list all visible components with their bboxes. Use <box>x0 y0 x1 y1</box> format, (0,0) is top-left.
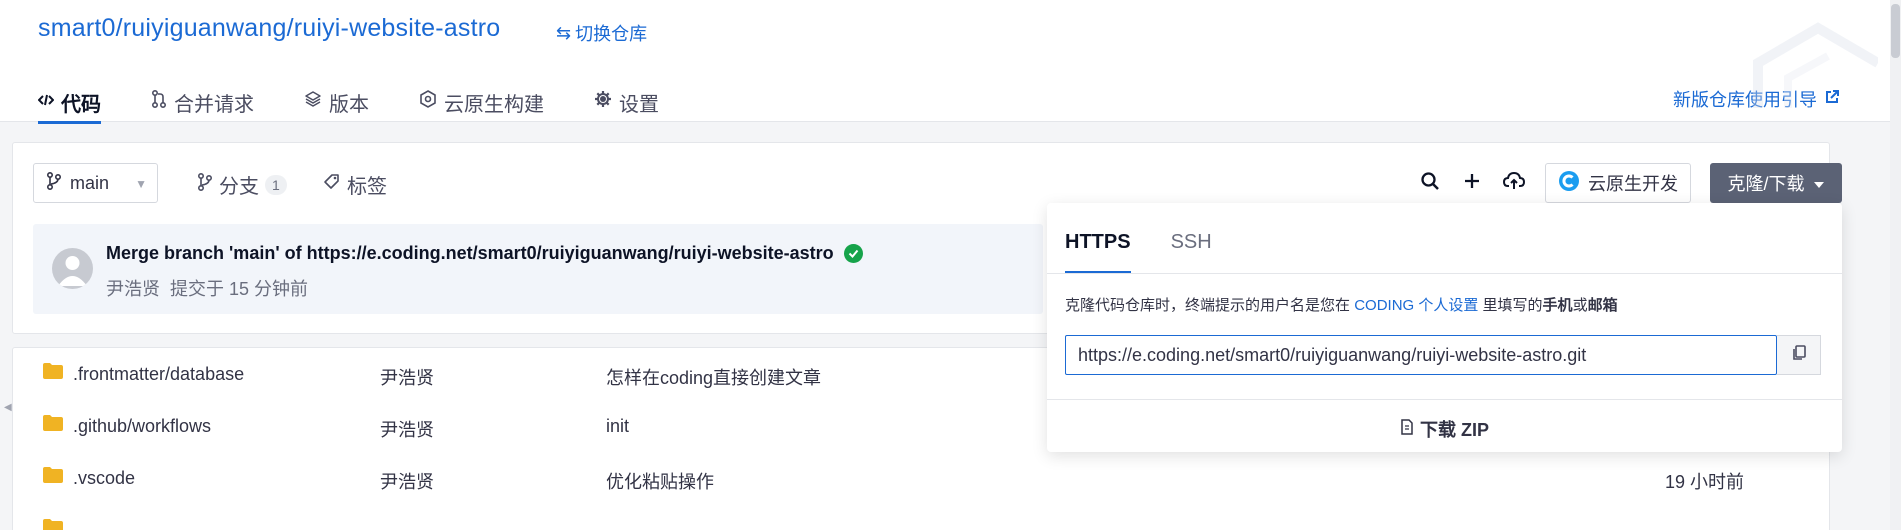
cloud-dev-label: 云原生开发 <box>1588 174 1678 194</box>
tab-versions-label: 版本 <box>329 93 369 116</box>
download-zip-button[interactable]: 下载 ZIP <box>1047 416 1842 442</box>
clone-popup: HTTPS SSH 克隆代码仓库时，终端提示的用户名是您在 CODING 个人设… <box>1047 203 1842 452</box>
tags-label: 标签 <box>347 176 387 198</box>
branch-icon <box>197 172 213 197</box>
gear-icon <box>594 90 612 114</box>
tag-icon <box>323 173 341 197</box>
table-row[interactable] <box>13 504 1831 530</box>
file-author: 尹浩贤 <box>380 472 434 492</box>
tab-settings[interactable]: 设置 <box>594 82 659 122</box>
file-commit-message[interactable]: 优化粘贴操作 <box>606 468 714 494</box>
copy-button[interactable] <box>1777 335 1821 375</box>
branches-link[interactable]: 分支 1 <box>197 170 287 199</box>
layers-icon <box>304 90 322 114</box>
avatar[interactable] <box>52 248 93 289</box>
branches-count-badge: 1 <box>265 174 287 195</box>
hint-text: 或 <box>1572 297 1588 314</box>
clone-hint: 克隆代码仓库时，终端提示的用户名是您在 CODING 个人设置 里填写的手机或邮… <box>1065 294 1618 315</box>
watermark-graphic <box>1753 22 1878 108</box>
tab-https[interactable]: HTTPS <box>1065 231 1131 273</box>
hint-text: 克隆代码仓库时，终端提示的用户名是您在 <box>1065 297 1351 314</box>
file-commit-message[interactable]: init <box>606 416 629 437</box>
divider <box>1047 399 1842 400</box>
branch-icon <box>46 171 62 195</box>
branches-label: 分支 <box>219 176 259 198</box>
commit-time: 提交于 15 分钟前 <box>170 279 309 299</box>
file-author: 尹浩贤 <box>380 420 434 440</box>
file-icon <box>1400 418 1414 440</box>
commit-message-text: Merge branch 'main' of https://e.coding.… <box>106 243 834 263</box>
search-icon[interactable] <box>1419 170 1441 192</box>
file-name[interactable]: .frontmatter/database <box>73 364 244 385</box>
clone-url-input[interactable] <box>1065 335 1777 375</box>
table-row[interactable]: .vscode 尹浩贤 优化粘贴操作 19 小时前 <box>13 452 1831 504</box>
collapse-sidebar-icon[interactable]: ◀ <box>4 402 12 413</box>
tab-merge-requests-label: 合并请求 <box>174 93 254 116</box>
tags-link[interactable]: 标签 <box>323 170 387 199</box>
branch-select-value: main <box>70 172 110 193</box>
chevron-down-icon: ▼ <box>135 177 147 191</box>
copy-icon <box>1792 344 1806 366</box>
check-circle-icon <box>843 244 863 263</box>
file-author: 尹浩贤 <box>380 368 434 388</box>
scrollbar[interactable] <box>1890 0 1901 530</box>
repo-tabs: 代码 合并请求 版本 云原生构建 设置 <box>37 82 709 124</box>
switch-repo-link[interactable]: ⇆ 切换仓库 <box>556 20 647 46</box>
download-zip-label: 下载 ZIP <box>1419 420 1489 440</box>
tab-code-label: 代码 <box>61 93 101 116</box>
hint-text: 里填写的 <box>1482 297 1543 314</box>
folder-icon <box>42 362 64 385</box>
caret-down-icon <box>1813 173 1825 194</box>
tab-ssh[interactable]: SSH <box>1171 231 1212 273</box>
commit-meta: 尹浩贤 提交于 15 分钟前 <box>106 275 308 301</box>
switch-repo-label: 切换仓库 <box>575 24 648 44</box>
repo-title[interactable]: smart0/ruiyiguanwang/ruiyi-website-astro <box>38 14 500 43</box>
cloud-dev-button[interactable]: 云原生开发 <box>1545 163 1691 203</box>
folder-icon <box>42 466 64 489</box>
scrollbar-thumb[interactable] <box>1891 4 1900 58</box>
branch-select[interactable]: main ▼ <box>33 163 158 203</box>
tab-versions[interactable]: 版本 <box>304 82 369 122</box>
commit-author: 尹浩贤 <box>106 279 160 299</box>
file-name[interactable]: .vscode <box>73 468 135 489</box>
tab-merge-requests[interactable]: 合并请求 <box>151 82 254 122</box>
tab-cloud-build-label: 云原生构建 <box>444 93 544 116</box>
code-icon <box>37 91 55 114</box>
folder-icon <box>42 518 64 530</box>
hint-phone: 手机 <box>1542 297 1573 314</box>
file-commit-message[interactable]: 怎样在coding直接创建文章 <box>606 364 821 390</box>
file-name[interactable]: .github/workflows <box>73 416 211 437</box>
clone-download-button[interactable]: 克隆/下载 <box>1710 163 1842 203</box>
clone-download-label: 克隆/下载 <box>1727 174 1805 194</box>
switch-icon: ⇆ <box>556 22 572 43</box>
tab-settings-label: 设置 <box>619 93 659 116</box>
divider <box>1047 273 1842 274</box>
hint-email: 邮箱 <box>1587 297 1618 314</box>
toolbar-icons <box>1419 170 1525 192</box>
commit-message[interactable]: Merge branch 'main' of https://e.coding.… <box>106 243 863 264</box>
cloud-upload-icon[interactable] <box>1503 170 1525 192</box>
build-icon <box>419 90 437 114</box>
folder-icon <box>42 414 64 437</box>
repo-header: smart0/ruiyiguanwang/ruiyi-website-astro… <box>0 0 1890 124</box>
plus-icon[interactable] <box>1461 170 1483 192</box>
cloud-dev-logo-icon <box>1558 170 1580 197</box>
tab-cloud-build[interactable]: 云原生构建 <box>419 82 544 122</box>
personal-settings-link[interactable]: CODING 个人设置 <box>1354 297 1478 314</box>
file-time: 19 小时前 <box>1665 472 1745 492</box>
merge-request-icon <box>151 89 167 114</box>
clone-protocol-tabs: HTTPS SSH <box>1065 231 1212 273</box>
tab-code[interactable]: 代码 <box>37 82 101 124</box>
